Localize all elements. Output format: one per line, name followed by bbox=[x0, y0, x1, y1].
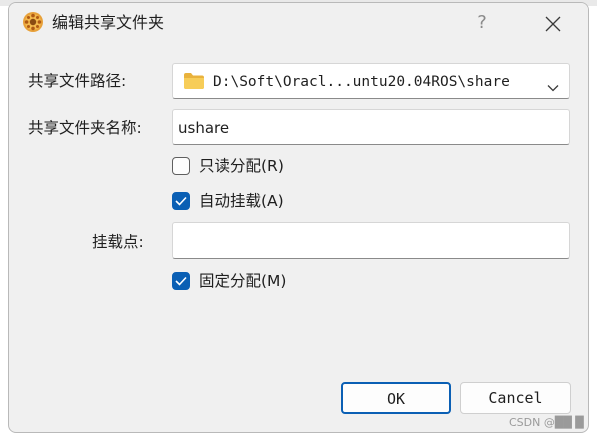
folder-path-label: 共享文件路径: bbox=[28, 72, 127, 90]
close-icon bbox=[545, 16, 561, 32]
chevron-down-icon[interactable] bbox=[547, 77, 559, 96]
cancel-button[interactable]: Cancel bbox=[460, 382, 571, 414]
virtualbox-app-icon bbox=[22, 11, 44, 33]
mount-point-input[interactable] bbox=[172, 222, 570, 259]
permanent-checkbox-label: 固定分配(M) bbox=[199, 272, 287, 290]
readonly-checkbox-label: 只读分配(R) bbox=[199, 157, 284, 175]
readonly-checkbox-box[interactable] bbox=[172, 157, 190, 175]
close-button[interactable] bbox=[537, 9, 569, 39]
mount-point-label: 挂载点: bbox=[92, 233, 144, 251]
folder-name-input[interactable]: ushare bbox=[172, 109, 570, 145]
ok-button[interactable]: OK bbox=[341, 382, 451, 414]
folder-name-label: 共享文件夹名称: bbox=[28, 119, 142, 137]
permanent-checkbox[interactable]: 固定分配(M) bbox=[172, 270, 332, 292]
help-button[interactable]: ? bbox=[467, 7, 497, 39]
automount-checkbox-label: 自动挂载(A) bbox=[199, 192, 284, 210]
edit-shared-folder-dialog: 编辑共享文件夹 ? 共享文件路径: D:\Soft\Oracl...untu20… bbox=[8, 2, 589, 433]
automount-checkbox-box[interactable] bbox=[172, 192, 190, 210]
checkmark-icon bbox=[175, 196, 187, 206]
watermark: CSDN @██ █ bbox=[509, 416, 584, 429]
folder-path-value: D:\Soft\Oracl...untu20.04ROS\share bbox=[213, 74, 510, 90]
page: 编辑共享文件夹 ? 共享文件路径: D:\Soft\Oracl...untu20… bbox=[0, 0, 597, 441]
folder-name-value: ushare bbox=[178, 119, 230, 137]
readonly-checkbox[interactable]: 只读分配(R) bbox=[172, 155, 332, 177]
folder-path-combobox[interactable]: D:\Soft\Oracl...untu20.04ROS\share bbox=[172, 63, 570, 99]
checkmark-icon bbox=[175, 276, 187, 286]
automount-checkbox[interactable]: 自动挂载(A) bbox=[172, 190, 332, 212]
permanent-checkbox-box[interactable] bbox=[172, 272, 190, 290]
folder-icon bbox=[183, 72, 205, 94]
title-bar: 编辑共享文件夹 ? bbox=[9, 3, 588, 43]
dialog-title: 编辑共享文件夹 bbox=[52, 13, 165, 32]
